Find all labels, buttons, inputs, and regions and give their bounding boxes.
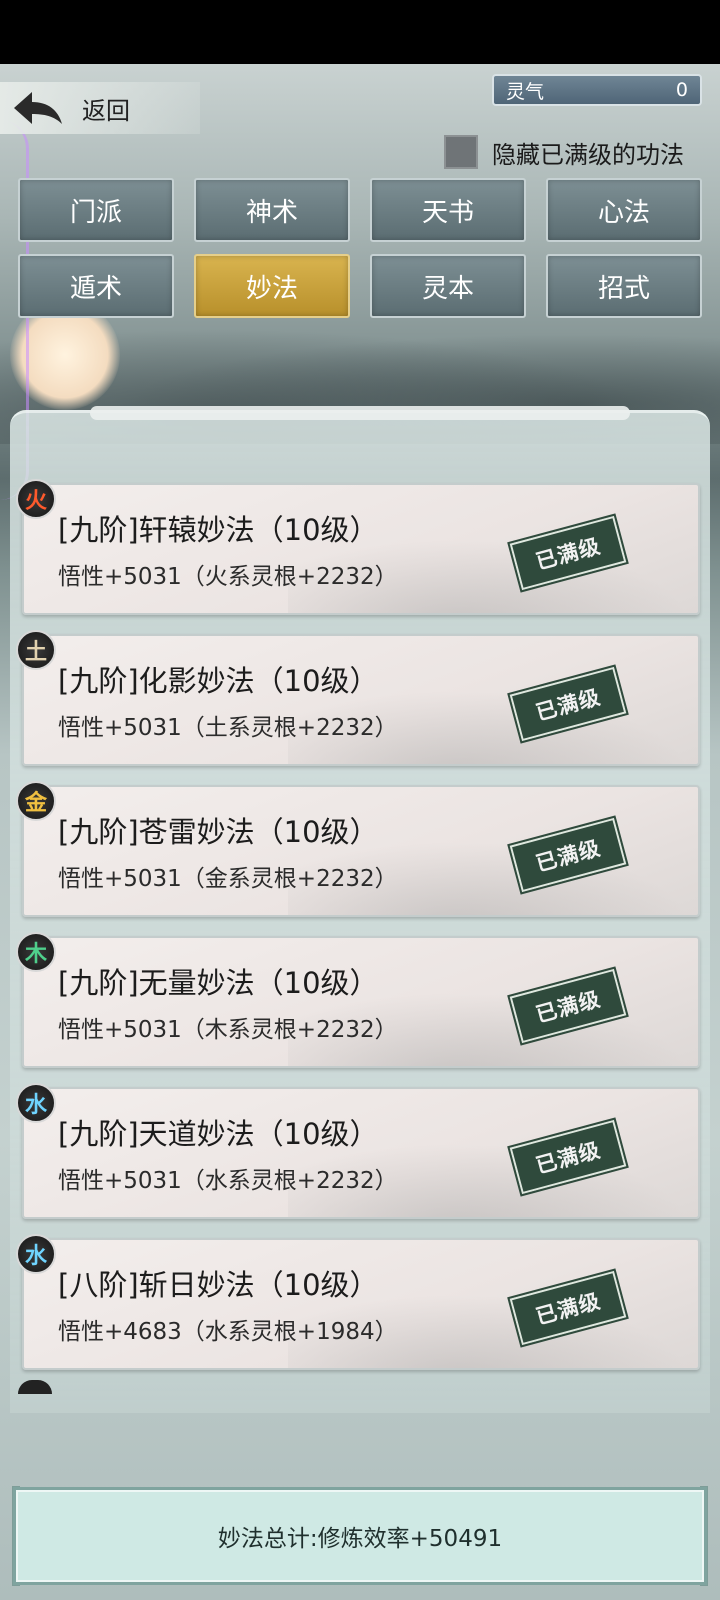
currency-value: 0: [675, 79, 688, 101]
currency-display: 灵气 0: [492, 74, 702, 106]
skill-title: [九阶]化影妙法（10级）: [58, 664, 379, 698]
element-badge: 水: [16, 1234, 56, 1274]
skill-card[interactable]: [九阶]苍雷妙法（10级） 悟性+5031（金系灵根+2232） 已满级: [22, 785, 700, 917]
tab-2[interactable]: 天书: [370, 178, 526, 242]
hide-maxed-label: 隐藏已满级的功法: [492, 140, 684, 169]
tab-1[interactable]: 神术: [194, 178, 350, 242]
panel-scroll-edge: [90, 406, 630, 420]
skill-title: [九阶]轩辕妙法（10级）: [58, 513, 379, 547]
skill-card[interactable]: [八阶]斩日妙法（10级） 悟性+4683（水系灵根+1984） 已满级: [22, 1238, 700, 1370]
element-badge: 火: [16, 479, 56, 519]
skill-title: [九阶]苍雷妙法（10级）: [58, 815, 379, 849]
back-arrow-icon: [10, 88, 64, 128]
tab-6[interactable]: 灵本: [370, 254, 526, 318]
skill-title: [九阶]天道妙法（10级）: [58, 1117, 379, 1151]
element-badge: 木: [16, 932, 56, 972]
hide-maxed-checkbox[interactable]: [444, 135, 478, 169]
skill-card[interactable]: [九阶]天道妙法（10级） 悟性+5031（水系灵根+2232） 已满级: [22, 1087, 700, 1219]
hide-maxed-toggle[interactable]: 隐藏已满级的功法: [444, 134, 684, 170]
element-badge: 土: [16, 630, 56, 670]
skill-effect: 悟性+5031（水系灵根+2232）: [58, 1168, 398, 1194]
skill-card[interactable]: [九阶]化影妙法（10级） 悟性+5031（土系灵根+2232） 已满级: [22, 634, 700, 766]
tab-5[interactable]: 妙法: [194, 254, 350, 318]
skill-title: [九阶]无量妙法（10级）: [58, 966, 379, 1000]
tab-7[interactable]: 招式: [546, 254, 702, 318]
skill-title: [八阶]斩日妙法（10级）: [58, 1268, 379, 1302]
tab-0[interactable]: 门派: [18, 178, 174, 242]
summary-text: 妙法总计:修炼效率+50491: [217, 1526, 503, 1552]
skill-effect: 悟性+5031（木系灵根+2232）: [58, 1017, 398, 1043]
skill-effect: 悟性+5031（土系灵根+2232）: [58, 715, 398, 741]
currency-label: 灵气: [506, 80, 545, 103]
skill-effect: 悟性+5031（火系灵根+2232）: [58, 564, 398, 590]
tab-3[interactable]: 心法: [546, 178, 702, 242]
footer-summary: 妙法总计:修炼效率+50491: [13, 1487, 707, 1585]
skill-card[interactable]: [九阶]无量妙法（10级） 悟性+5031（木系灵根+2232） 已满级: [22, 936, 700, 1068]
skill-effect: 悟性+4683（水系灵根+1984）: [58, 1319, 398, 1345]
tab-4[interactable]: 遁术: [18, 254, 174, 318]
back-label: 返回: [82, 96, 130, 125]
element-badge: 金: [16, 781, 56, 821]
skill-card[interactable]: [九阶]轩辕妙法（10级） 悟性+5031（火系灵根+2232） 已满级: [22, 483, 700, 615]
status-bar: [0, 0, 720, 64]
back-button[interactable]: 返回: [10, 84, 170, 132]
skill-effect: 悟性+5031（金系灵根+2232）: [58, 866, 398, 892]
element-badge: 水: [16, 1083, 56, 1123]
